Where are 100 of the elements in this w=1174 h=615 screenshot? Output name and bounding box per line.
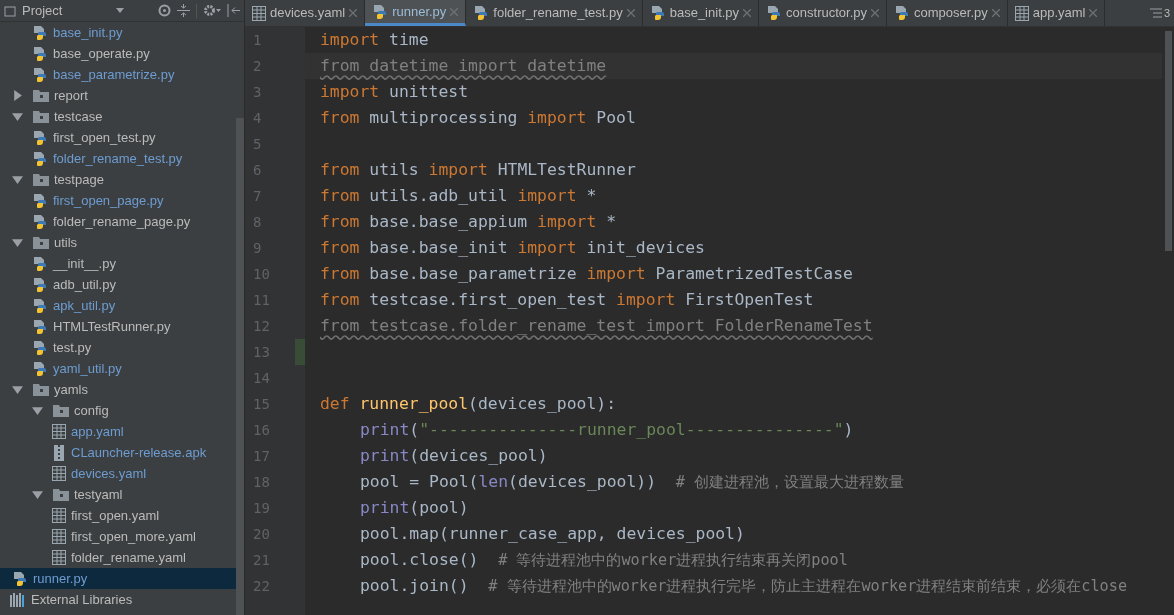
folder-icon [33, 110, 49, 123]
table-file-icon [52, 424, 66, 439]
collapse-arrow-icon[interactable] [32, 405, 43, 416]
tree-item[interactable]: testyaml [0, 484, 236, 505]
tree-item[interactable]: yamls [0, 379, 236, 400]
panel-title[interactable]: Project [22, 0, 110, 21]
python-file-icon [32, 339, 48, 356]
close-icon[interactable] [349, 9, 358, 17]
python-file-icon [32, 24, 48, 41]
python-file-icon [32, 360, 48, 377]
archive-file-icon [52, 444, 66, 461]
project-icon [4, 4, 16, 17]
python-file-icon [32, 150, 48, 167]
hide-panel-icon[interactable] [227, 4, 240, 17]
tree-item[interactable]: app.yaml [0, 421, 236, 442]
collapse-arrow-icon[interactable] [12, 174, 23, 185]
scrollbar-thumb[interactable] [236, 118, 244, 615]
code-line: from utils.adb_util import * [320, 184, 597, 207]
editor-tab[interactable]: composer.py [887, 0, 1008, 26]
tree-item[interactable]: first_open_more.yaml [0, 526, 236, 547]
tree-item[interactable]: utils [0, 232, 236, 253]
collapse-arrow-icon[interactable] [12, 384, 23, 395]
code-line: pool = Pool(len(devices_pool)) # 创建进程池，设置最大进程数量 [360, 470, 905, 493]
tree-item[interactable]: base_parametrize.py [0, 64, 236, 85]
collapse-arrow-icon[interactable] [12, 237, 23, 248]
code-line: print(devices_pool) [360, 444, 548, 467]
editor-tab[interactable]: constructor.py [759, 0, 888, 26]
tree-item[interactable]: runner.py [0, 568, 236, 589]
library-icon [10, 592, 26, 607]
python-file-icon [32, 255, 48, 272]
tree-item[interactable]: adb_util.py [0, 274, 236, 295]
tree-item[interactable]: devices.yaml [0, 463, 236, 484]
folder-icon [53, 488, 69, 501]
tree-item[interactable]: External Libraries [0, 589, 236, 610]
collapse-arrow-icon[interactable] [12, 111, 23, 122]
tree-item[interactable]: first_open_test.py [0, 127, 236, 148]
locate-icon[interactable] [158, 4, 171, 17]
item-label: config [74, 401, 109, 420]
item-label: adb_util.py [53, 275, 116, 294]
code-line: import unittest [320, 80, 469, 103]
item-label: External Libraries [31, 590, 133, 609]
code-line: from multiprocessing import Pool [320, 106, 636, 129]
python-file-icon [32, 318, 48, 335]
dropdown-caret-icon[interactable] [116, 8, 124, 13]
python-file-icon [32, 213, 48, 230]
close-icon[interactable] [991, 9, 1000, 17]
tree-item[interactable]: base_init.py [0, 22, 236, 43]
item-label: testcase [54, 107, 103, 126]
editor-tab[interactable]: app.yaml [1007, 0, 1106, 26]
editor-tab[interactable]: folder_rename_test.py [466, 0, 643, 26]
tree-item[interactable]: testcase [0, 106, 236, 127]
table-file-icon [52, 466, 66, 481]
python-file-icon [32, 297, 48, 314]
tree-item[interactable]: first_open_page.py [0, 190, 236, 211]
tree-item[interactable]: folder_rename_test.py [0, 148, 236, 169]
tree-item[interactable]: config [0, 400, 236, 421]
code-line: from datetime import datetime [320, 54, 607, 77]
python-file-icon [32, 129, 48, 146]
tree-item[interactable]: apk_util.py [0, 295, 236, 316]
python-file-icon [894, 5, 911, 21]
tree-item[interactable]: folder_rename.yaml [0, 547, 236, 568]
item-label: __init__.py [53, 254, 116, 273]
tree-item[interactable]: HTMLTestRunner.py [0, 316, 236, 337]
tree-item[interactable]: report [0, 85, 236, 106]
tree-item[interactable]: CLauncher-release.apk [0, 442, 236, 463]
close-icon[interactable] [743, 9, 752, 17]
more-tabs-button[interactable]: 3 [1145, 0, 1174, 26]
item-label: utils [54, 233, 78, 252]
scrollbar-thumb[interactable] [1164, 31, 1172, 251]
python-file-icon [473, 5, 490, 21]
tree-item[interactable]: yaml_util.py [0, 358, 236, 379]
tree-item[interactable]: test.py [0, 337, 236, 358]
item-label: folder_rename.yaml [71, 548, 186, 567]
item-label: yamls [54, 380, 88, 399]
table-file-icon [52, 550, 66, 565]
item-label: runner.py [33, 569, 88, 588]
item-label: first_open_page.py [53, 191, 164, 210]
folder-icon [33, 173, 49, 186]
collapse-arrow-icon[interactable] [32, 489, 43, 500]
code-line: print("---------------runner_pool---------------") [360, 418, 854, 441]
tree-item[interactable]: base_operate.py [0, 43, 236, 64]
close-icon[interactable] [626, 9, 635, 17]
tree-item[interactable]: __init__.py [0, 253, 236, 274]
folder-icon [33, 89, 49, 102]
expand-arrow-icon[interactable] [12, 90, 23, 101]
item-label: testyaml [74, 485, 123, 504]
close-icon[interactable] [871, 9, 880, 17]
item-label: testpage [54, 170, 104, 189]
editor-tab[interactable]: base_init.py [642, 0, 760, 26]
folder-icon [33, 236, 49, 249]
tree-item[interactable]: testpage [0, 169, 236, 190]
item-label: folder_rename_page.py [53, 212, 191, 231]
editor-tab[interactable]: runner.py [365, 0, 467, 26]
settings-icon[interactable] [203, 4, 221, 17]
close-icon[interactable] [1089, 9, 1098, 17]
tree-item[interactable]: first_open.yaml [0, 505, 236, 526]
tree-item[interactable]: folder_rename_page.py [0, 211, 236, 232]
python-file-icon [32, 66, 48, 83]
collapse-all-icon[interactable] [177, 4, 190, 17]
code-line: import time [320, 28, 429, 51]
